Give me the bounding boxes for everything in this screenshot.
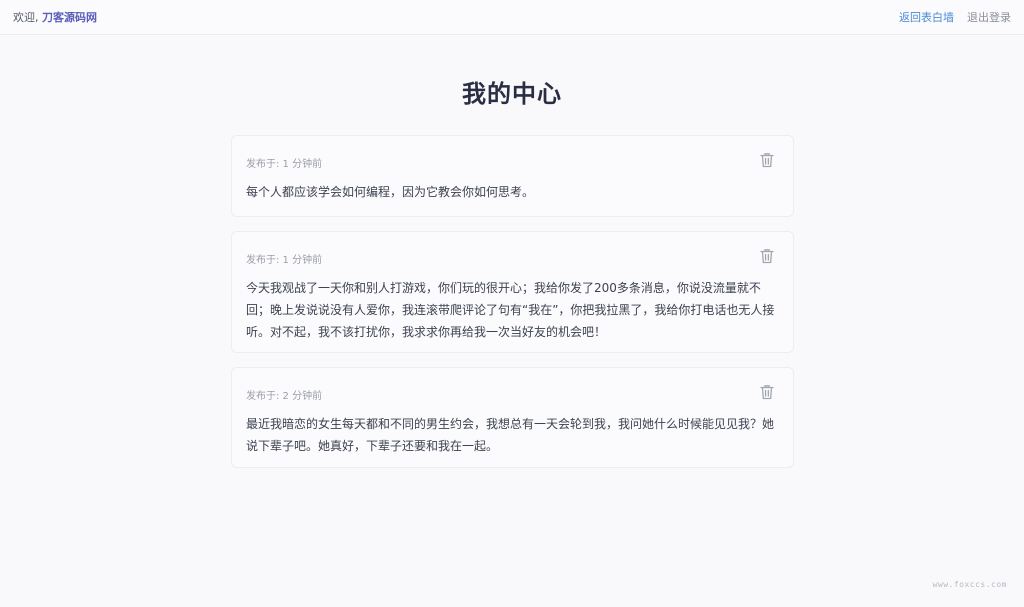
trash-icon: [760, 385, 774, 400]
post-content: 今天我观战了一天你和别人打游戏，你们玩的很开心；我给你发了200多条消息，你说没…: [246, 281, 775, 339]
delete-button[interactable]: [760, 248, 774, 264]
top-navbar: 欢迎, 刀客源码网 返回表白墙 退出登录: [0, 0, 1024, 35]
page-title: 我的中心: [462, 80, 562, 108]
logout-link[interactable]: 退出登录: [967, 9, 1011, 25]
welcome-prefix: 欢迎,: [13, 11, 42, 24]
trash-icon: [760, 153, 774, 168]
delete-button[interactable]: [760, 384, 774, 400]
delete-button[interactable]: [760, 152, 774, 168]
trash-icon: [760, 249, 774, 264]
welcome-text: 欢迎, 刀客源码网: [13, 9, 97, 25]
post-card: 发布于: 1 分钟前 今天我观战了一天你和别人打游戏，你们玩的很开心；我给你发了…: [231, 231, 794, 353]
post-content: 最近我暗恋的女生每天都和不同的男生约会，我想总有一天会轮到我，我问她什么时候能见…: [246, 417, 775, 453]
post-time: 发布于: 1 分钟前: [246, 159, 323, 170]
watermark: www.foxccs.com: [932, 580, 1007, 589]
post-time: 发布于: 1 分钟前: [246, 255, 323, 266]
post-card: 发布于: 2 分钟前 最近我暗恋的女生每天都和不同的男生约会，我想总有一天会轮到…: [231, 367, 794, 468]
username: 刀客源码网: [42, 11, 97, 24]
post-card: 发布于: 1 分钟前 每个人都应该学会如何编程，因为它教会你如何思考。: [231, 135, 794, 217]
back-to-wall-link[interactable]: 返回表白墙: [899, 9, 954, 25]
post-time: 发布于: 2 分钟前: [246, 391, 323, 402]
post-content: 每个人都应该学会如何编程，因为它教会你如何思考。: [246, 185, 535, 199]
